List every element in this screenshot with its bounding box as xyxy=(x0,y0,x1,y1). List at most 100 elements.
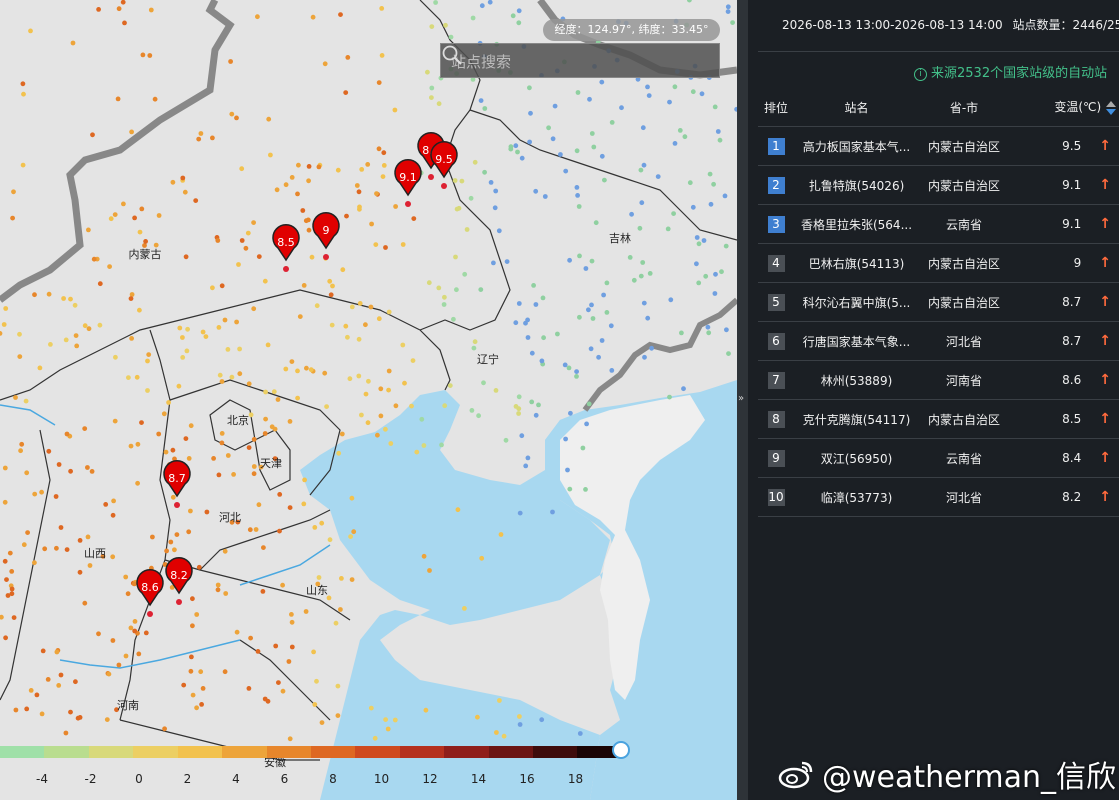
station-dot[interactable] xyxy=(533,188,539,194)
station-dot[interactable] xyxy=(357,206,362,212)
station-dot[interactable] xyxy=(10,215,16,221)
station-dot[interactable] xyxy=(527,139,532,145)
station-dot[interactable] xyxy=(314,678,319,684)
station-dot[interactable] xyxy=(277,492,283,497)
station-dot[interactable] xyxy=(496,228,502,234)
station-dot[interactable] xyxy=(222,669,228,675)
station-dot[interactable] xyxy=(494,730,499,735)
station-dot[interactable] xyxy=(696,280,702,286)
station-dot[interactable] xyxy=(108,216,114,222)
station-dot[interactable] xyxy=(85,534,91,540)
station-dot[interactable] xyxy=(599,153,605,159)
station-dot[interactable] xyxy=(283,366,289,372)
station-dot[interactable] xyxy=(349,577,355,582)
station-dot[interactable] xyxy=(577,253,582,259)
station-dot[interactable] xyxy=(162,726,168,732)
station-dot[interactable] xyxy=(287,419,293,424)
station-dot[interactable] xyxy=(263,416,268,422)
station-dot[interactable] xyxy=(152,96,158,102)
station-dot[interactable] xyxy=(533,302,539,307)
station-dot[interactable] xyxy=(574,369,579,374)
station-dot[interactable] xyxy=(369,221,374,227)
station-dot[interactable] xyxy=(20,81,26,87)
station-dot[interactable] xyxy=(575,90,581,95)
station-dot[interactable] xyxy=(641,300,647,306)
station-dot[interactable] xyxy=(400,242,406,247)
station-dot[interactable] xyxy=(137,307,142,313)
station-dot[interactable] xyxy=(589,131,595,136)
station-dot[interactable] xyxy=(586,401,592,407)
station-dot[interactable] xyxy=(46,291,52,297)
table-row[interactable]: 2 扎鲁特旗(54026) 内蒙古自治区 9.1 ↑ xyxy=(758,165,1119,205)
station-dot[interactable] xyxy=(322,370,328,376)
station-dot[interactable] xyxy=(150,534,155,540)
station-dot[interactable] xyxy=(574,185,580,190)
station-dot[interactable] xyxy=(373,242,379,248)
station-dot[interactable] xyxy=(239,166,245,172)
station-dot[interactable] xyxy=(262,696,268,702)
station-dot[interactable] xyxy=(229,374,235,380)
station-dot[interactable] xyxy=(383,245,388,250)
station-dot[interactable] xyxy=(508,144,514,150)
station-dot[interactable] xyxy=(339,431,345,437)
legend-slider-handle[interactable] xyxy=(612,741,630,759)
station-dot[interactable] xyxy=(576,204,582,209)
station-dot[interactable] xyxy=(82,426,88,431)
station-dot[interactable] xyxy=(316,575,322,580)
station-dot[interactable] xyxy=(302,477,307,483)
station-dot[interactable] xyxy=(170,494,176,500)
station-dot[interactable] xyxy=(20,162,26,168)
station-dot[interactable] xyxy=(638,167,644,173)
station-dot[interactable] xyxy=(200,686,206,691)
station-dot[interactable] xyxy=(295,395,300,401)
station-dot[interactable] xyxy=(609,120,615,125)
station-dot[interactable] xyxy=(589,302,594,308)
station-dot[interactable] xyxy=(349,304,355,310)
station-dot[interactable] xyxy=(34,692,40,698)
station-dot[interactable] xyxy=(580,445,586,451)
station-dot[interactable] xyxy=(180,175,186,181)
station-dot[interactable] xyxy=(478,98,484,103)
station-dot[interactable] xyxy=(89,469,95,474)
station-dot[interactable] xyxy=(75,715,81,721)
station-dot[interactable] xyxy=(459,178,465,184)
station-dot[interactable] xyxy=(593,220,599,226)
station-dot[interactable] xyxy=(588,346,594,352)
station-dot[interactable] xyxy=(705,324,711,330)
station-dot[interactable] xyxy=(343,323,349,329)
station-dot[interactable] xyxy=(451,316,456,322)
station-dot[interactable] xyxy=(265,342,271,348)
station-dot[interactable] xyxy=(120,0,126,5)
station-dot[interactable] xyxy=(711,181,716,187)
station-dot[interactable] xyxy=(128,443,134,449)
station-dot[interactable] xyxy=(111,498,116,504)
station-dot[interactable] xyxy=(243,245,249,251)
station-dot[interactable] xyxy=(145,388,150,393)
station-dot[interactable] xyxy=(110,638,116,643)
station-dot[interactable] xyxy=(568,410,573,416)
station-dot[interactable] xyxy=(668,297,674,303)
station-dot[interactable] xyxy=(359,412,364,418)
station-dot[interactable] xyxy=(297,314,303,319)
station-dot[interactable] xyxy=(498,532,504,537)
station-dot[interactable] xyxy=(219,440,225,446)
station-dot[interactable] xyxy=(312,702,318,707)
station-dot[interactable] xyxy=(491,260,496,266)
station-dot[interactable] xyxy=(677,127,683,133)
station-dot[interactable] xyxy=(469,408,475,413)
station-dot[interactable] xyxy=(414,449,420,455)
station-dot[interactable] xyxy=(183,254,189,260)
station-dot[interactable] xyxy=(87,563,93,568)
station-dot[interactable] xyxy=(375,432,380,438)
station-dot[interactable] xyxy=(327,278,333,284)
station-dot[interactable] xyxy=(287,736,293,742)
station-dot[interactable] xyxy=(447,383,453,388)
station-dot[interactable] xyxy=(335,713,341,718)
station-dot[interactable] xyxy=(462,606,467,611)
station-dot[interactable] xyxy=(251,437,257,442)
station-marker[interactable]: 8.6 xyxy=(136,569,164,617)
station-dot[interactable] xyxy=(289,175,295,180)
station-dot[interactable] xyxy=(645,84,650,90)
station-dot[interactable] xyxy=(567,486,573,492)
station-dot[interactable] xyxy=(251,464,257,469)
